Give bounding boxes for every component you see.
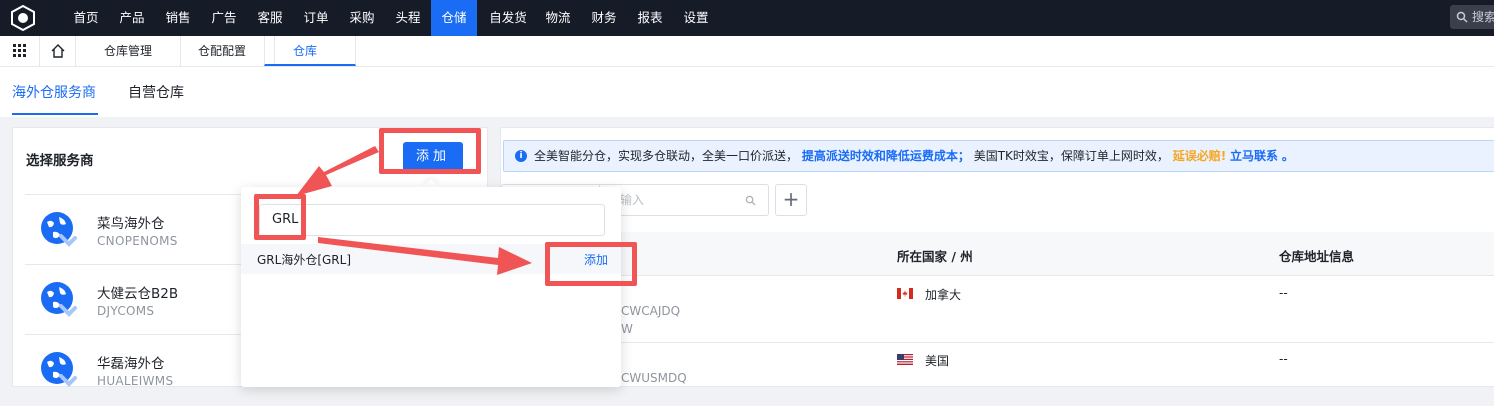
annotation-arrow-to-input <box>296 146 379 196</box>
annotation-arrows <box>296 146 532 275</box>
annotation-arrow-to-add-link <box>318 237 532 275</box>
